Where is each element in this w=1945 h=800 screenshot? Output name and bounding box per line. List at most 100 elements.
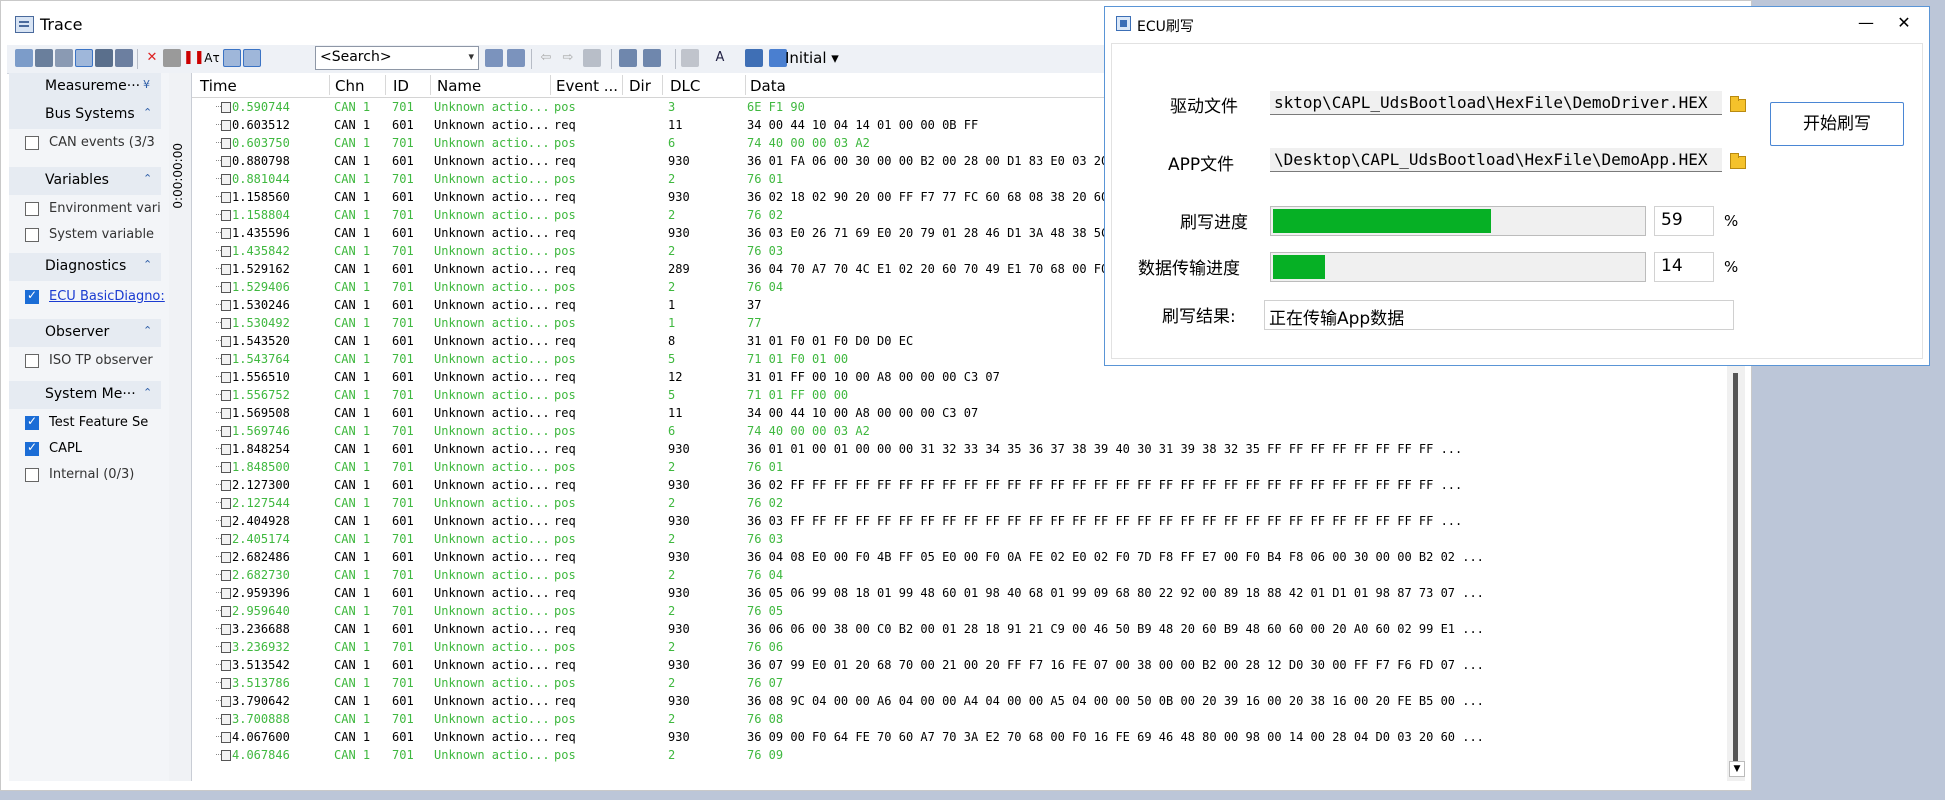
checkbox[interactable]: [25, 414, 39, 430]
driver-file-path[interactable]: sktop\CAPL_UdsBootload\HexFile\DemoDrive…: [1270, 91, 1722, 115]
cell-id: 701: [392, 136, 414, 150]
column-data[interactable]: Data: [750, 77, 786, 95]
grid-icon[interactable]: [35, 49, 53, 67]
column-event[interactable]: Event ...: [556, 77, 618, 95]
clear-icon[interactable]: ✕: [143, 49, 161, 67]
column-dir[interactable]: Dir: [629, 77, 651, 95]
column-time[interactable]: Time: [200, 77, 237, 95]
table-row[interactable]: 2.405174 CAN 1 701 Unknown actio... pos 2 76 0…: [192, 530, 1727, 548]
scrollbar-thumb[interactable]: [1733, 373, 1738, 763]
table-row[interactable]: 2.682730 CAN 1 701 Unknown actio... pos 2 76 0…: [192, 566, 1727, 584]
marker-icon[interactable]: [583, 49, 601, 67]
checkbox[interactable]: [25, 440, 39, 456]
table-row[interactable]: 1.848254 CAN 1 601 Unknown actio... req 930 36…: [192, 440, 1727, 458]
cell-id: 701: [392, 316, 414, 330]
font-icon[interactable]: Aτ: [203, 49, 221, 67]
sidebar-item-system-variable[interactable]: System variable: [17, 225, 167, 245]
copy-icon[interactable]: [619, 49, 637, 67]
time-icon[interactable]: [55, 49, 73, 67]
folder-icon[interactable]: [1730, 153, 1746, 169]
table-row[interactable]: 3.236932 CAN 1 701 Unknown actio... pos 2 76 0…: [192, 638, 1727, 656]
folder-icon[interactable]: [1730, 96, 1746, 112]
new-window-icon[interactable]: [15, 49, 33, 67]
table-row[interactable]: 2.404928 CAN 1 601 Unknown actio... req 930 36…: [192, 512, 1727, 530]
checkbox[interactable]: [25, 136, 39, 150]
table-row[interactable]: 3.790642 CAN 1 601 Unknown actio... req 930 36…: [192, 692, 1727, 710]
splitter-grip[interactable]: 0:00:00:00: [169, 73, 192, 781]
chevron-down-icon[interactable]: ¥: [143, 78, 150, 91]
page-icon[interactable]: [163, 49, 181, 67]
checkbox[interactable]: [25, 228, 39, 242]
filter-active-icon[interactable]: [243, 49, 261, 67]
arrow-right-icon[interactable]: ⇨: [559, 49, 577, 67]
export-icon[interactable]: [643, 49, 661, 67]
table-row[interactable]: 2.682486 CAN 1 601 Unknown actio... req 930 36…: [192, 548, 1727, 566]
message-icon: [216, 155, 231, 167]
start-flash-button[interactable]: 开始刷写: [1770, 102, 1904, 146]
window-icon[interactable]: [745, 49, 763, 67]
cell-data: 76 06: [747, 640, 784, 654]
table-row[interactable]: 3.700888 CAN 1 701 Unknown actio... pos 2 76 0…: [192, 710, 1727, 728]
chevron-down-icon[interactable]: ▾: [468, 50, 474, 63]
sidebar-item-can-events[interactable]: CAN events (3/3: [17, 133, 167, 153]
table-row[interactable]: 2.959640 CAN 1 701 Unknown actio... pos 2 76 0…: [192, 602, 1727, 620]
table-row[interactable]: 3.513542 CAN 1 601 Unknown actio... req 930 36…: [192, 656, 1727, 674]
table-row[interactable]: 2.127544 CAN 1 701 Unknown actio... pos 2 76 0…: [192, 494, 1727, 512]
app-file-path[interactable]: \Desktop\CAPL_UdsBootload\HexFile\DemoAp…: [1270, 148, 1722, 172]
initial-layout-button[interactable]: Initial ▾: [785, 49, 839, 67]
table-row[interactable]: 2.959396 CAN 1 601 Unknown actio... req 930 36…: [192, 584, 1727, 602]
sidebar-item-environment[interactable]: Environment vari: [17, 199, 167, 219]
table-row[interactable]: 4.067846 CAN 1 701 Unknown actio... pos 2 76 0…: [192, 746, 1727, 764]
table-row[interactable]: 3.513786 CAN 1 701 Unknown actio... pos 2 76 0…: [192, 674, 1727, 692]
scroll-down-icon[interactable]: ▼: [1729, 761, 1745, 777]
sidebar-item-test-feature[interactable]: Test Feature Se: [17, 413, 167, 433]
minimize-icon[interactable]: —: [1855, 13, 1877, 35]
table-row[interactable]: 3.236688 CAN 1 601 Unknown actio... req 930 36…: [192, 620, 1727, 638]
sidebar-header-variables[interactable]: Variables ⌃: [9, 167, 161, 195]
table-row[interactable]: 1.556510 CAN 1 601 Unknown actio... req 12 31 …: [192, 368, 1727, 386]
binoculars-icon[interactable]: [115, 49, 133, 67]
cell-time: 1.569746: [232, 424, 290, 438]
table-row[interactable]: 1.556752 CAN 1 701 Unknown actio... pos 5 71 0…: [192, 386, 1727, 404]
close-icon[interactable]: ✕: [1893, 13, 1915, 35]
arrow-left-icon[interactable]: ⇦: [537, 49, 555, 67]
sidebar-item-capl[interactable]: CAPL: [17, 439, 167, 459]
font-size-icon[interactable]: A: [711, 49, 729, 67]
chevron-up-icon[interactable]: ⌃: [143, 386, 152, 399]
column-id[interactable]: ID: [393, 77, 409, 95]
find-prev-icon[interactable]: [485, 49, 503, 67]
message-icon: [216, 317, 231, 329]
sidebar-header-measurement[interactable]: Measureme··· ¥: [9, 73, 161, 101]
table-row[interactable]: 2.127300 CAN 1 601 Unknown actio... req 930 36…: [192, 476, 1727, 494]
checkbox[interactable]: [25, 468, 39, 482]
checkbox[interactable]: [25, 202, 39, 216]
column-chn[interactable]: Chn: [335, 77, 365, 95]
chevron-up-icon[interactable]: ⌃: [143, 324, 152, 337]
column-config-icon[interactable]: [223, 49, 241, 67]
sidebar-item-iso-tp[interactable]: ISO TP observer: [17, 351, 167, 371]
find-next-icon[interactable]: [507, 49, 525, 67]
table-row[interactable]: 1.569508 CAN 1 601 Unknown actio... req 11 34 …: [192, 404, 1727, 422]
sidebar-header-observer[interactable]: Observer ⌃: [9, 319, 161, 347]
sidebar-item-ecu-basicdiag[interactable]: ECU BasicDiagno:: [17, 287, 167, 307]
column-dlc[interactable]: DLC: [670, 77, 700, 95]
sidebar-item-internal[interactable]: Internal (0/3): [17, 465, 167, 485]
overwrite-mode-icon[interactable]: [75, 49, 93, 67]
checkbox[interactable]: [25, 354, 39, 368]
layout-icon[interactable]: [681, 49, 699, 67]
cell-name: Unknown actio...: [434, 532, 550, 546]
sidebar-header-diagnostics[interactable]: Diagnostics ⌃: [9, 253, 161, 281]
sidebar-header-system-messages[interactable]: System Me··· ⌃: [9, 381, 161, 409]
column-name[interactable]: Name: [437, 77, 481, 95]
chevron-up-icon[interactable]: ⌃: [143, 106, 152, 119]
search-input[interactable]: <Search> ▾: [315, 46, 479, 70]
table-row[interactable]: 1.848500 CAN 1 701 Unknown actio... pos 2 76 0…: [192, 458, 1727, 476]
checkbox[interactable]: [25, 288, 39, 304]
table-row[interactable]: 1.569746 CAN 1 701 Unknown actio... pos 6 74 4…: [192, 422, 1727, 440]
table-row[interactable]: 4.067600 CAN 1 601 Unknown actio... req 930 36…: [192, 728, 1727, 746]
chevron-up-icon[interactable]: ⌃: [143, 258, 152, 271]
sidebar-header-bus-systems[interactable]: Bus Systems ⌃: [9, 101, 161, 129]
filter-icon[interactable]: [95, 49, 113, 67]
pause-icon[interactable]: ❚❚: [183, 49, 205, 67]
chevron-up-icon[interactable]: ⌃: [143, 172, 152, 185]
